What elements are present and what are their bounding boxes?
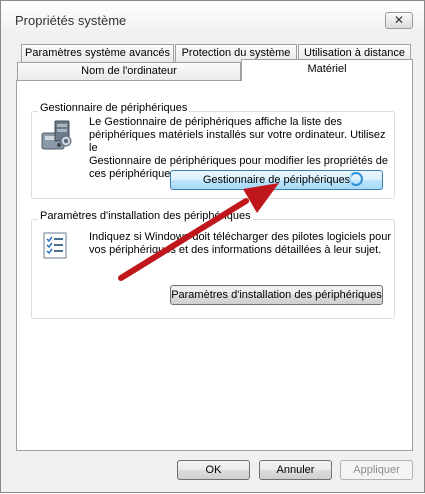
tab-hardware[interactable]: Matériel [241,59,413,81]
system-properties-window: Propriétés système ✕ Paramètres système … [0,0,425,493]
ok-button[interactable]: OK [177,460,250,480]
apply-button[interactable]: Appliquer [340,460,413,480]
cancel-button[interactable]: Annuler [259,460,332,480]
